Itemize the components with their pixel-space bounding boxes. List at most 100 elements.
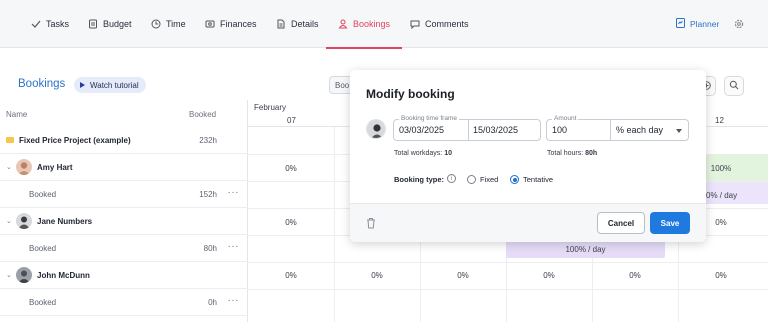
grid-line [248,289,768,290]
date-from-input[interactable]: 03/03/2025 [399,125,444,135]
gear-icon[interactable] [733,18,745,30]
tab-label: Comments [425,19,469,29]
month-label: February [254,103,287,112]
tab-label: Time [166,19,186,29]
active-tab-indicator [326,47,403,49]
tab-tasks[interactable]: Tasks [31,0,69,48]
modify-booking-dialog: Modify booking Booking time frame 03/03/… [350,70,706,242]
grid-cell[interactable]: 0% [592,271,678,280]
workdays-value: 10 [444,150,452,157]
planner-link[interactable]: Planner [676,0,719,48]
amount-unit-select[interactable]: % each day [616,125,663,135]
document-icon [276,19,286,29]
grid-cell[interactable]: 0% [248,218,334,227]
cancel-button[interactable]: Cancel [597,212,645,234]
tab-label: Finances [220,19,257,29]
avatar [16,159,32,175]
chevron-down-icon[interactable]: ⌄ [6,163,12,171]
workdays-label: Total workdays: [394,150,443,157]
more-icon[interactable]: ··· [228,187,240,198]
hours-label: Total hours: [547,150,584,157]
tasks-icon [31,19,41,29]
radio-fixed-label[interactable]: Fixed [480,175,498,184]
budget-icon [88,19,98,29]
more-icon[interactable]: ··· [228,241,240,252]
bookings-icon [338,19,348,29]
person-name: John McDunn [37,271,90,280]
tab-finances[interactable]: Finances [205,0,257,48]
planner-label: Planner [690,19,720,29]
radio-fixed[interactable] [467,175,476,184]
field-divider [468,120,469,140]
timeframe-field[interactable]: Booking time frame 03/03/2025 15/03/2025 [393,115,541,141]
dialog-footer: Cancel Save [350,203,706,242]
booked-label: Booked [29,298,57,307]
amount-legend: Amount [552,115,579,122]
more-icon[interactable]: ··· [228,295,240,306]
grid-cell[interactable]: 0% [248,271,334,280]
booked-value: 232h [199,136,217,145]
person-row-john[interactable]: ⌄ John McDunn [0,262,248,289]
chevron-down-icon[interactable]: ⌄ [6,271,12,279]
day-label: 12 [715,116,724,125]
tab-label: Details [291,19,319,29]
info-icon[interactable]: i [447,174,456,183]
amount-field[interactable]: Amount 100 % each day [546,115,689,141]
zoom-button[interactable] [724,76,744,96]
person-row-jane[interactable]: ⌄ Jane Numbers [0,208,248,235]
radio-tentative[interactable] [510,175,519,184]
trash-icon[interactable] [366,217,376,229]
grid-cell[interactable]: 0% [678,271,764,280]
tab-label: Bookings [353,19,391,29]
radio-tentative-label[interactable]: Tentative [523,175,553,184]
booking-type-label: Booking type: [394,175,444,184]
grid-cell[interactable]: 0% [248,164,334,173]
booked-value: 80h [203,244,217,253]
grid-cell[interactable]: 100% / day [506,245,665,254]
avatar [16,213,32,229]
date-to-input[interactable]: 15/03/2025 [473,125,518,135]
finances-icon [205,19,215,29]
person-name: Jane Numbers [37,217,93,226]
tab-comments[interactable]: Comments [410,0,469,48]
grid-line [248,262,768,263]
play-icon [80,82,85,88]
save-button[interactable]: Save [650,212,690,234]
booked-row: Booked 80h ··· [0,235,248,262]
dialog-title: Modify booking [366,87,455,101]
column-header-name: Name [6,110,28,119]
chevron-down-icon[interactable] [676,127,682,136]
tab-time[interactable]: Time [151,0,186,48]
top-tab-bar: Tasks Budget Time Finances Details Booki… [0,0,768,49]
tab-budget[interactable]: Budget [88,0,132,48]
grid-cell[interactable]: 0% [420,271,506,280]
grid-cell[interactable]: 0% [334,271,420,280]
watch-tutorial-button[interactable]: Watch tutorial [74,77,146,93]
booked-value: 0h [208,298,217,307]
project-row[interactable]: Fixed Price Project (example) 232h [0,127,248,154]
hours-value: 80h [585,150,598,157]
project-name: Fixed Price Project (example) [19,136,131,145]
planner-icon [676,18,685,30]
booked-label: Booked [29,190,57,199]
tab-details[interactable]: Details [276,0,319,48]
tab-bookings[interactable]: Bookings [326,0,403,49]
watch-tutorial-label: Watch tutorial [90,80,139,90]
person-row-amy[interactable]: ⌄ Amy Hart [0,154,248,181]
chevron-down-icon[interactable]: ⌄ [6,217,12,225]
booked-value: 152h [199,190,217,199]
timeframe-legend: Booking time frame [399,115,459,122]
tab-label: Budget [103,19,132,29]
grid-line [334,127,335,322]
person-name: Amy Hart [37,163,73,172]
column-header-booked: Booked [189,110,217,119]
avatar [366,119,386,139]
booked-label: Booked [29,244,57,253]
avatar [16,267,32,283]
booked-row: Booked 152h ··· [0,181,248,208]
search-icon [729,80,739,92]
grid-cell[interactable]: 0% [506,271,592,280]
amount-input[interactable]: 100 [552,125,567,135]
page-title: Bookings [18,78,66,90]
day-label: 07 [287,116,296,125]
